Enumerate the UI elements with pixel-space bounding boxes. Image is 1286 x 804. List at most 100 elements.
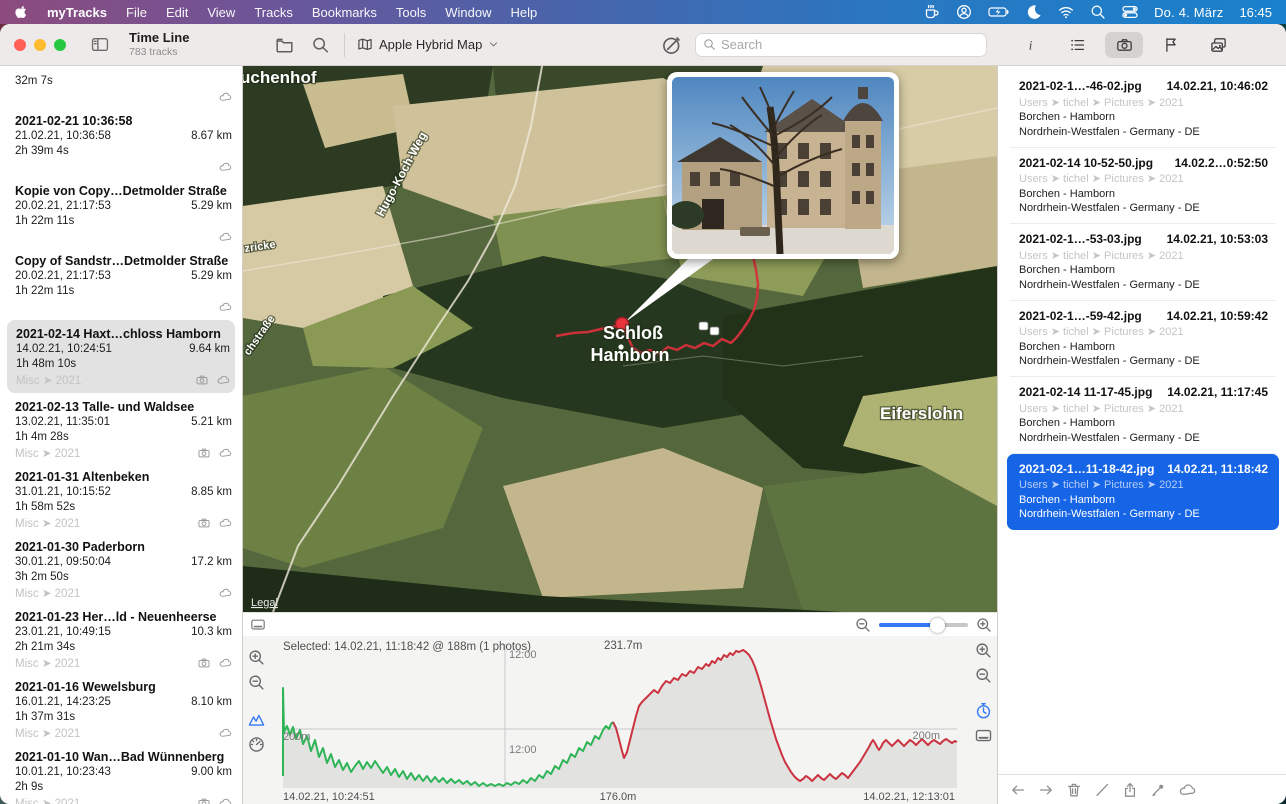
menubar-date[interactable]: Do. 4. März bbox=[1154, 5, 1223, 20]
photo-item[interactable]: 2021-02-1…-53-03.jpg14.02.21, 10:53:03Us… bbox=[1010, 224, 1276, 301]
elevation-chart[interactable]: Selected: 14.02.21, 11:18:42 @ 188m (1 p… bbox=[243, 636, 997, 804]
hide-chart-icon[interactable] bbox=[975, 727, 992, 744]
track-photo-marker[interactable] bbox=[710, 327, 719, 335]
track-distance: 8.85 km bbox=[191, 486, 232, 498]
photo-filename: 2021-02-14 11-17-45.jpg bbox=[1019, 385, 1152, 399]
back-icon[interactable] bbox=[1010, 782, 1026, 798]
cloud-icon[interactable] bbox=[1178, 782, 1196, 798]
chart-zoom-out-icon[interactable] bbox=[248, 674, 265, 691]
photos-view-button[interactable] bbox=[1199, 32, 1237, 58]
photo-popup[interactable] bbox=[667, 72, 899, 259]
map-type-select[interactable]: Apple Hybrid Map bbox=[357, 37, 499, 52]
map-zoom-slider[interactable] bbox=[879, 618, 968, 633]
photo-item[interactable]: 2021-02-1…-46-02.jpg14.02.21, 10:46:02Us… bbox=[1010, 71, 1276, 148]
track-item[interactable]: 2021-02-21 10:36:5821.02.21, 10:36:588.6… bbox=[0, 109, 242, 178]
coffee-cup-icon[interactable] bbox=[924, 4, 940, 20]
map-view[interactable]: uchenhofHugo-Koch-WegzrickechstraßeSchlo… bbox=[243, 66, 997, 612]
speed-mode-icon[interactable] bbox=[248, 736, 265, 753]
flag-view-button[interactable] bbox=[1152, 32, 1190, 58]
pin-icon[interactable] bbox=[1150, 782, 1166, 798]
photo-item[interactable]: 2021-02-1…-59-42.jpg14.02.21, 10:59:42Us… bbox=[1010, 301, 1276, 378]
zoom-window-button[interactable] bbox=[54, 39, 66, 51]
track-date: 14.02.21, 10:24:51 bbox=[16, 343, 112, 355]
close-window-button[interactable] bbox=[14, 39, 26, 51]
list-view-button[interactable] bbox=[1058, 32, 1096, 58]
time-axis-icon[interactable] bbox=[975, 702, 992, 719]
track-item[interactable]: 32m 7s bbox=[0, 67, 242, 108]
search-field[interactable] bbox=[695, 33, 987, 57]
share-icon[interactable] bbox=[1122, 782, 1138, 798]
track-item[interactable]: 2021-01-31 Altenbeken31.01.21, 10:15:528… bbox=[0, 465, 242, 534]
map-legal-link[interactable]: Legal bbox=[251, 597, 278, 609]
compose-icon[interactable] bbox=[662, 35, 682, 55]
menubar-time[interactable]: 16:45 bbox=[1239, 5, 1272, 20]
photo-item[interactable]: 2021-02-1…11-18-42.jpg14.02.21, 11:18:42… bbox=[1007, 454, 1279, 531]
menu-item-help[interactable]: Help bbox=[510, 5, 537, 20]
track-date: 20.02.21, 21:17:53 bbox=[15, 200, 111, 212]
track-title: 2021-01-31 Altenbeken bbox=[15, 470, 232, 484]
track-duration: 3h 2m 50s bbox=[15, 571, 232, 583]
sidebar-toggle-icon[interactable] bbox=[90, 36, 110, 53]
chart-zoom-out-right-icon[interactable] bbox=[975, 667, 992, 684]
track-count: 783 tracks bbox=[129, 46, 189, 58]
forward-icon[interactable] bbox=[1038, 782, 1054, 798]
menu-item-tools[interactable]: Tools bbox=[396, 5, 426, 20]
toolbar-divider bbox=[344, 33, 345, 57]
photo-list: 2021-02-1…-46-02.jpg14.02.21, 10:46:02Us… bbox=[998, 66, 1286, 774]
zoom-slider-knob[interactable] bbox=[930, 618, 945, 633]
chart-zoom-in-right-icon[interactable] bbox=[975, 642, 992, 659]
track-item[interactable]: 2021-02-13 Talle- und Waldsee13.02.21, 1… bbox=[0, 395, 242, 464]
hide-panel-icon[interactable] bbox=[250, 617, 266, 632]
menu-item-tracks[interactable]: Tracks bbox=[254, 5, 293, 20]
track-item[interactable]: Copy of Sandstr…Detmolder Straße20.02.21… bbox=[0, 249, 242, 318]
track-item[interactable]: 2021-01-16 Wewelsburg16.01.21, 14:23:258… bbox=[0, 675, 242, 744]
track-date: 21.02.21, 10:36:58 bbox=[15, 130, 111, 142]
track-title: 2021-01-16 Wewelsburg bbox=[15, 680, 232, 694]
wifi-icon[interactable] bbox=[1058, 4, 1074, 20]
track-title: 2021-01-23 Her…ld - Neuenheerse bbox=[15, 610, 232, 624]
menu-app-name[interactable]: myTracks bbox=[47, 5, 107, 20]
cloud-icon bbox=[218, 727, 232, 739]
control-center-icon[interactable] bbox=[1122, 4, 1138, 20]
chart-zoom-in-icon[interactable] bbox=[248, 649, 265, 666]
minimize-window-button[interactable] bbox=[34, 39, 46, 51]
toolbar-left: Time Line 783 tracks bbox=[0, 24, 243, 66]
menu-item-view[interactable]: View bbox=[207, 5, 235, 20]
user-account-icon[interactable] bbox=[956, 4, 972, 20]
track-duration: 1h 4m 28s bbox=[15, 431, 232, 443]
elevation-mode-icon[interactable] bbox=[248, 711, 265, 728]
track-item[interactable]: 2021-02-14 Haxt…chloss Hamborn14.02.21, … bbox=[7, 320, 235, 393]
track-item[interactable]: 2021-01-23 Her…ld - Neuenheerse23.01.21,… bbox=[0, 605, 242, 674]
track-date: 30.01.21, 09:50:04 bbox=[15, 556, 111, 568]
photo-item[interactable]: 2021-02-14 11-17-45.jpg14.02.21, 11:17:4… bbox=[1010, 377, 1276, 454]
track-item[interactable]: 2021-01-10 Wan…Bad Wünnenberg10.01.21, 1… bbox=[0, 745, 242, 804]
menu-item-edit[interactable]: Edit bbox=[166, 5, 188, 20]
menu-item-file[interactable]: File bbox=[126, 5, 147, 20]
info-view-button[interactable]: i bbox=[1011, 32, 1049, 58]
search-input[interactable] bbox=[721, 37, 979, 52]
spotlight-search-icon[interactable] bbox=[1090, 4, 1106, 20]
trash-icon[interactable] bbox=[1066, 782, 1082, 798]
map-zoom-in-icon[interactable] bbox=[976, 617, 992, 633]
edit-slash-icon[interactable] bbox=[1094, 782, 1110, 798]
track-item[interactable]: Kopie von Copy…Detmolder Straße20.02.21,… bbox=[0, 179, 242, 248]
track-photo-marker[interactable] bbox=[699, 322, 708, 330]
menu-item-window[interactable]: Window bbox=[445, 5, 491, 20]
track-date: 16.01.21, 14:23:25 bbox=[15, 696, 111, 708]
menu-bar: myTracks File Edit View Tracks Bookmarks… bbox=[0, 0, 1286, 24]
camera-view-button[interactable] bbox=[1105, 32, 1143, 58]
photo-item[interactable]: 2021-02-14 10-52-50.jpg14.02.2…0:52:50Us… bbox=[1010, 148, 1276, 225]
apple-icon[interactable] bbox=[14, 4, 28, 20]
track-item[interactable]: 2021-01-30 Paderborn30.01.21, 09:50:0417… bbox=[0, 535, 242, 604]
folder-icon[interactable] bbox=[275, 36, 294, 54]
battery-charging-icon[interactable] bbox=[988, 4, 1010, 20]
track-distance: 9.64 km bbox=[189, 343, 230, 355]
menu-item-bookmarks[interactable]: Bookmarks bbox=[312, 5, 377, 20]
map-type-label: Apple Hybrid Map bbox=[379, 37, 482, 52]
map-zoom-out-icon[interactable] bbox=[855, 617, 871, 633]
do-not-disturb-moon-icon[interactable] bbox=[1026, 4, 1042, 20]
photo-region: Nordrhein-Westfalen - Germany - DE bbox=[1019, 432, 1268, 444]
photo-filename: 2021-02-14 10-52-50.jpg bbox=[1019, 156, 1153, 170]
photo-region: Nordrhein-Westfalen - Germany - DE bbox=[1019, 355, 1268, 367]
search-icon[interactable] bbox=[311, 36, 330, 54]
